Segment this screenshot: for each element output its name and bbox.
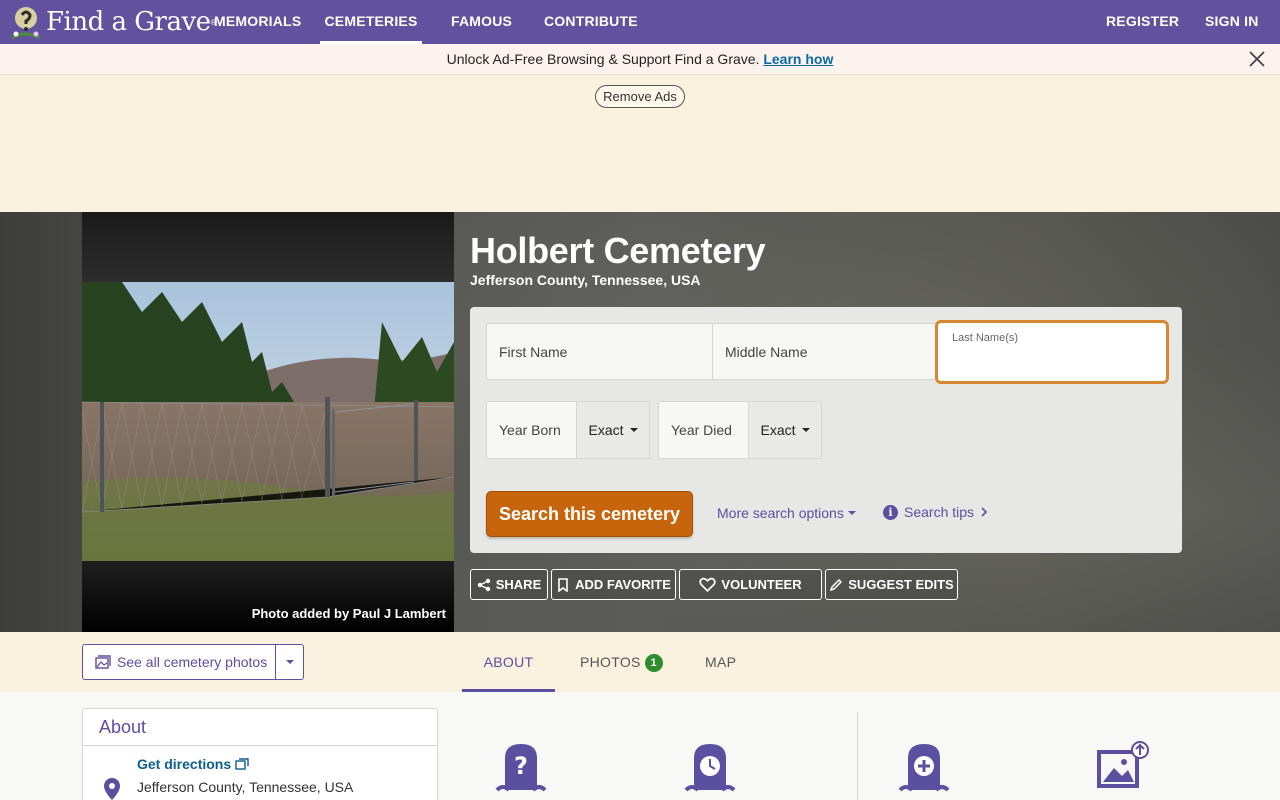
nav-famous[interactable]: FAMOUS: [451, 0, 512, 44]
year-born-field[interactable]: Year Born: [486, 401, 577, 459]
nav-sign-in[interactable]: SIGN IN: [1205, 0, 1259, 44]
search-cemetery-button[interactable]: Search this cemetery: [486, 491, 693, 537]
first-name-field[interactable]: First Name: [486, 323, 713, 380]
promo-learn-how-link[interactable]: Learn how: [763, 51, 833, 67]
last-name-field[interactable]: Last Name(s): [935, 320, 1169, 384]
section-divider: [857, 712, 858, 800]
year-died-precision-dropdown[interactable]: Exact: [748, 401, 822, 459]
more-search-options-toggle[interactable]: More search options: [717, 505, 856, 521]
add-favorite-button[interactable]: ADD FAVORITE: [551, 569, 676, 600]
search-tips-label: Search tips: [904, 504, 975, 520]
about-panel: About Get directions Jefferson County, T…: [82, 708, 438, 800]
cemetery-hero: Photo added by Paul J Lambert Holbert Ce…: [0, 212, 1280, 632]
year-born-precision-dropdown[interactable]: Exact: [576, 401, 650, 459]
year-died-precision-label: Exact: [760, 422, 796, 438]
middle-name-field[interactable]: Middle Name: [712, 323, 938, 380]
cemetery-location: Jefferson County, Tennessee, USA: [470, 272, 701, 288]
unknown-grave-icon[interactable]: ?: [493, 740, 549, 792]
nav-contribute[interactable]: CONTRIBUTE: [544, 0, 638, 44]
nav-register[interactable]: REGISTER: [1106, 0, 1179, 44]
nav-cemeteries[interactable]: CEMETERIES: [320, 0, 422, 44]
year-born-precision-label: Exact: [588, 422, 624, 438]
tab-photos[interactable]: PHOTOS 1: [580, 632, 663, 692]
see-all-photos-button-group: See all cemetery photos: [82, 644, 304, 680]
svg-text:?: ?: [514, 752, 528, 780]
chevron-right-icon: [981, 507, 988, 517]
close-icon[interactable]: [1248, 50, 1266, 68]
about-location: Jefferson County, Tennessee, USA: [137, 779, 354, 795]
chevron-down-icon: [801, 428, 810, 432]
ad-area: Remove Ads: [0, 75, 1280, 212]
share-label: SHARE: [495, 577, 542, 592]
logo-icon: [11, 7, 41, 40]
cemetery-photo[interactable]: [82, 282, 454, 561]
search-tips-link[interactable]: i Search tips: [883, 504, 988, 520]
cemetery-photo-frame[interactable]: Photo added by Paul J Lambert: [82, 212, 454, 632]
cemetery-search-form: First Name Middle Name Last Name(s) Year…: [470, 307, 1182, 553]
remove-ads-button[interactable]: Remove Ads: [595, 85, 685, 108]
add-grave-icon[interactable]: [896, 740, 952, 792]
see-all-photos-button[interactable]: See all cemetery photos: [83, 645, 277, 679]
add-favorite-label: ADD FAVORITE: [575, 577, 671, 592]
page-title: Holbert Cemetery: [470, 230, 766, 271]
add-photo-icon[interactable]: [1094, 740, 1150, 792]
tab-map[interactable]: MAP: [705, 632, 736, 692]
logo-text: Find a Grave: [46, 7, 211, 37]
nav-memorials[interactable]: MEMORIALS: [214, 0, 301, 44]
see-all-photos-label: See all cemetery photos: [117, 654, 268, 670]
chevron-down-icon: [629, 428, 638, 432]
get-directions-label: Get directions: [137, 756, 232, 772]
map-pin-icon: [104, 778, 120, 800]
suggest-edits-label: SUGGEST EDITS: [848, 577, 954, 592]
external-link-icon: [235, 758, 249, 770]
top-nav: Find a Grave ® MEMORIALS CEMETERIES FAMO…: [0, 0, 1280, 44]
about-heading: About: [83, 709, 437, 746]
clock-grave-icon[interactable]: [682, 740, 738, 792]
volunteer-label: VOLUNTEER: [721, 577, 802, 592]
photos-icon: [95, 655, 111, 669]
tab-photos-label: PHOTOS: [580, 654, 641, 670]
bookmark-icon: [558, 577, 568, 592]
more-search-options-label: More search options: [717, 505, 844, 521]
get-directions-link[interactable]: Get directions: [137, 756, 249, 772]
chevron-down-icon: [847, 511, 856, 515]
promo-banner: Unlock Ad-Free Browsing & Support Find a…: [0, 44, 1280, 75]
promo-text: Unlock Ad-Free Browsing & Support Find a…: [446, 51, 760, 67]
cemetery-photo-image: [82, 282, 454, 561]
info-icon: i: [883, 504, 898, 520]
volunteer-button[interactable]: VOLUNTEER: [679, 569, 822, 600]
chevron-down-icon: [285, 660, 294, 664]
cemetery-tabs-bar: See all cemetery photos ABOUT PHOTOS 1 MA…: [0, 632, 1280, 692]
share-button[interactable]: SHARE: [470, 569, 548, 600]
find-a-grave-logo[interactable]: Find a Grave ®: [10, 2, 216, 42]
share-icon: [477, 578, 490, 591]
heart-icon: [699, 577, 717, 592]
photo-credit: Photo added by Paul J Lambert: [251, 606, 446, 621]
tab-about[interactable]: ABOUT: [462, 632, 555, 692]
photos-count-badge: 1: [644, 654, 663, 673]
photos-options-dropdown[interactable]: [276, 660, 303, 664]
year-died-field[interactable]: Year Died: [658, 401, 749, 459]
pencil-icon: [830, 578, 843, 591]
suggest-edits-button[interactable]: SUGGEST EDITS: [825, 569, 958, 600]
